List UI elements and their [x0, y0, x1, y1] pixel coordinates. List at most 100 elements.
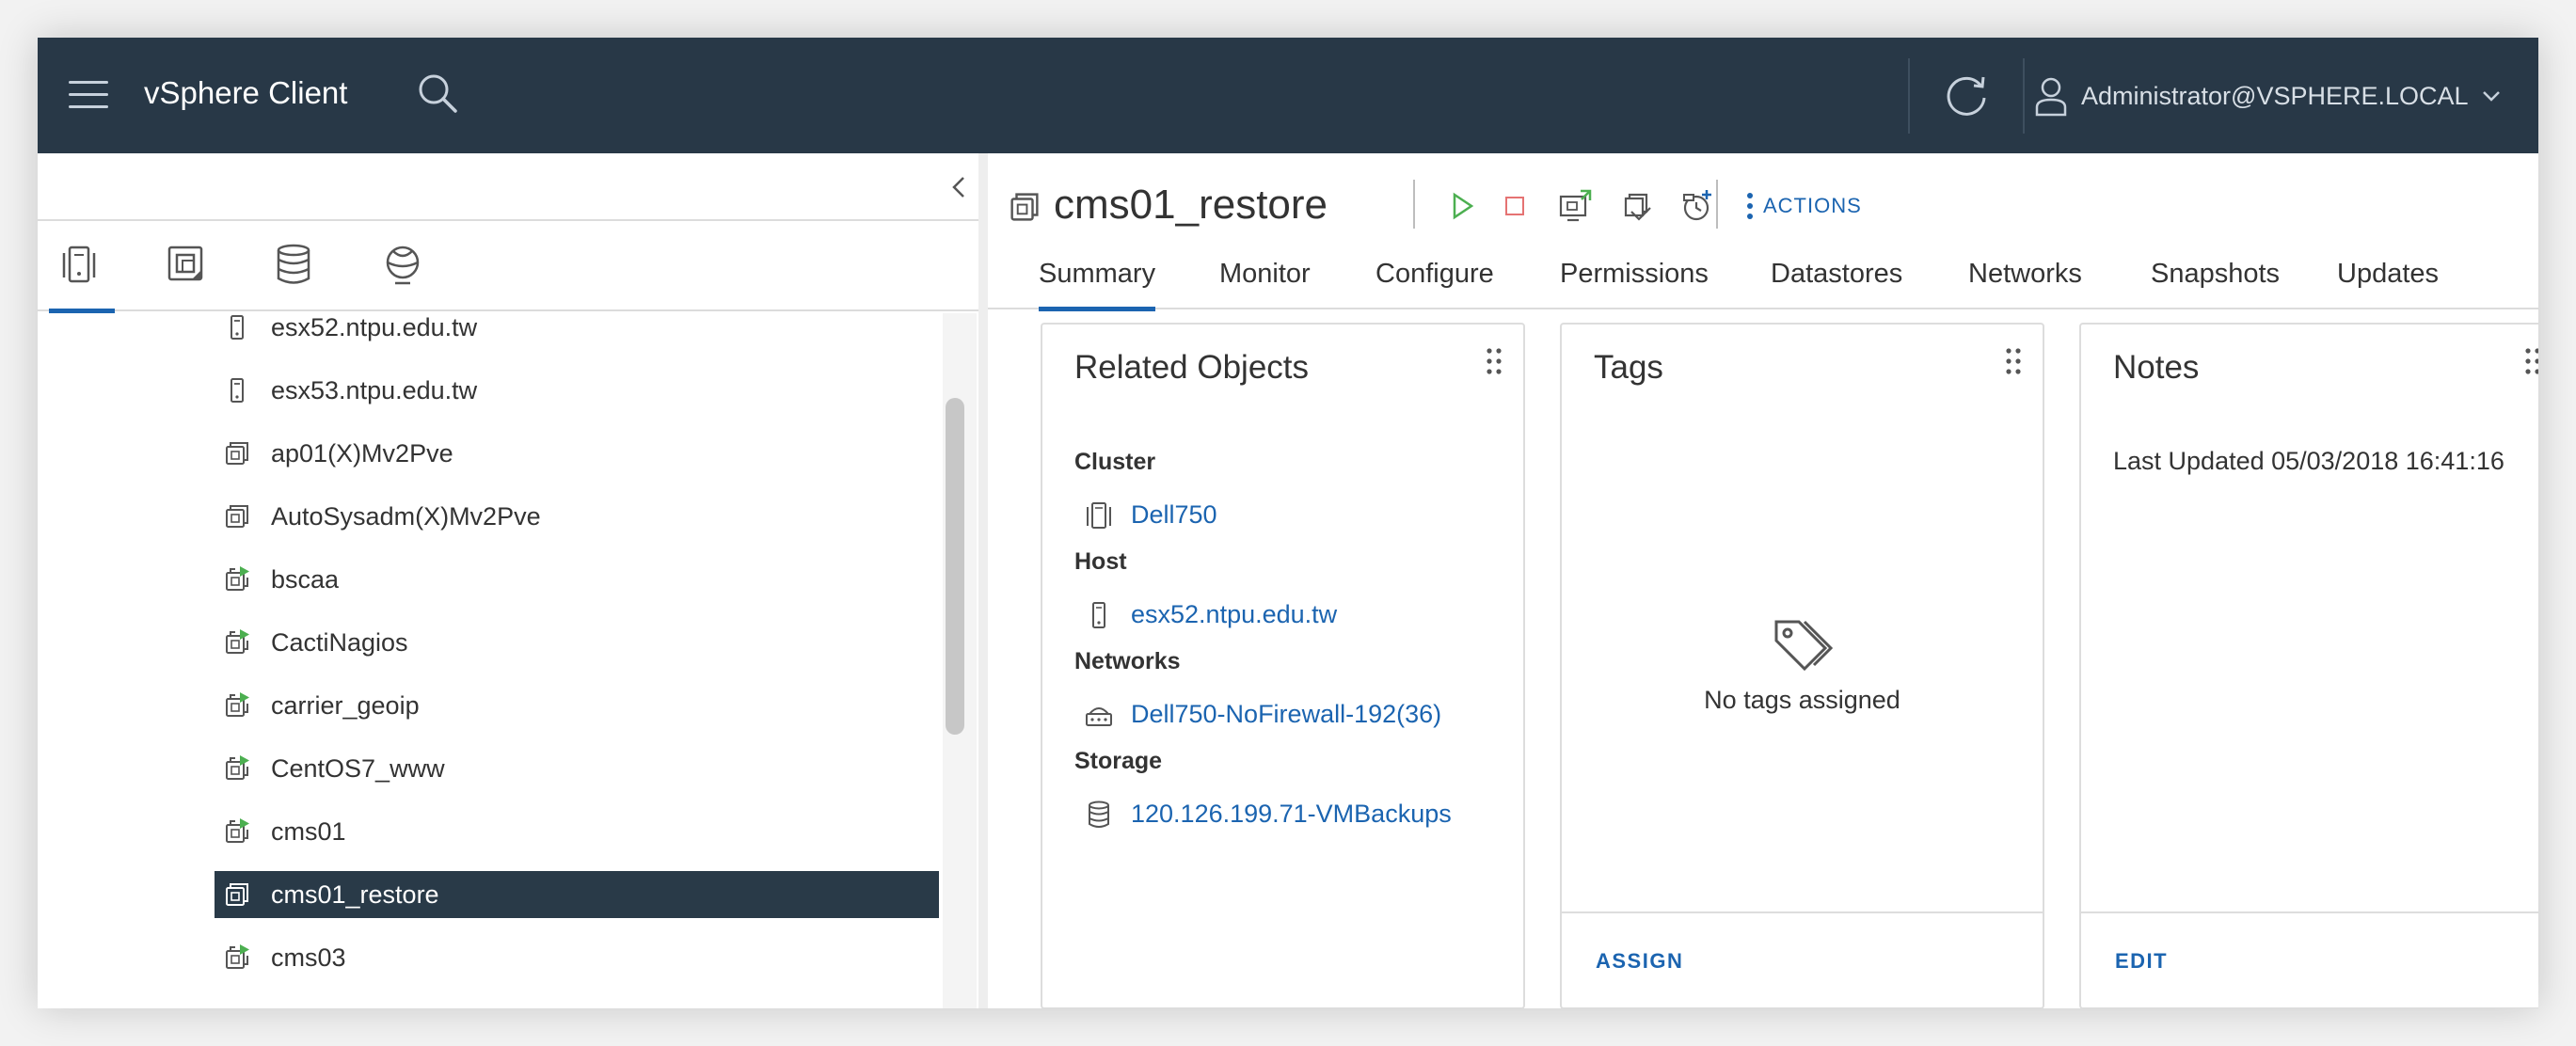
tab-datastores[interactable]: Datastores [1771, 259, 1902, 309]
tags-card: Tags No tags assigned ASSIGN [1560, 323, 2044, 1008]
tree-item-label: CentOS7_www [271, 754, 445, 783]
vm-powered-on-icon [226, 566, 249, 591]
cluster-link[interactable]: Dell750 [1131, 500, 1217, 530]
datastore-icon [1089, 800, 1109, 828]
power-on-icon[interactable] [1443, 187, 1481, 225]
related-objects-card: Related Objects Cluster Dell750 Host esx… [1041, 323, 1525, 1008]
user-menu[interactable]: Administrator@VSPHERE.LOCAL [2034, 70, 2501, 122]
tree-item[interactable]: esx52.ntpu.edu.tw [215, 313, 939, 351]
notes-card: Notes Last Updated 05/03/2018 16:41:16 E… [2079, 323, 2538, 1008]
tree-item[interactable]: carrier_geoip [215, 682, 939, 729]
drag-handle-icon[interactable] [2524, 347, 2538, 375]
tag-icon [1774, 620, 1834, 672]
tree-item-label: cms03 [271, 943, 346, 972]
vm-powered-on-icon [226, 944, 249, 969]
card-title: Notes [2113, 349, 2200, 386]
hosts-and-clusters-icon[interactable] [49, 221, 115, 313]
tree-scrollbar-thumb[interactable] [946, 398, 964, 735]
actions-label: ACTIONS [1763, 194, 1862, 217]
cluster-heading: Cluster [1074, 449, 1156, 475]
cluster-icon [1087, 502, 1111, 529]
actions-button[interactable]: ACTIONS [1746, 187, 1862, 225]
vms-and-templates-icon[interactable] [156, 221, 213, 311]
object-tabs: Summary Monitor Configure Permissions Da… [988, 247, 2538, 311]
tree-item[interactable]: cms03 [215, 934, 939, 981]
header-divider [2023, 58, 2025, 134]
navigator-tabs [38, 221, 978, 313]
assign-button[interactable]: ASSIGN [1596, 949, 1683, 974]
tree-item-label: ap01(X)Mv2Pve [271, 439, 453, 468]
tab-permissions[interactable]: Permissions [1560, 259, 1709, 309]
header-divider [1908, 58, 1910, 134]
tree-item[interactable]: cms01 [215, 808, 939, 855]
more-vertical-icon [1747, 193, 1753, 219]
tree-item[interactable]: CactiNagios [215, 619, 939, 666]
vm-powered-on-icon [226, 755, 249, 780]
vsphere-window: vSphere Client Administrator@VSPHERE.LOC… [38, 38, 2538, 1008]
edit-button[interactable]: EDIT [2115, 949, 2168, 974]
user-icon [2035, 77, 2067, 117]
tree-item-label: bscaa [271, 565, 340, 594]
inventory-tree: esx52.ntpu.edu.tw esx53.ntpu.edu.tw ap01… [38, 313, 943, 1008]
tree-item[interactable]: AutoSysadm(X)Mv2Pve [215, 493, 939, 540]
tab-snapshots[interactable]: Snapshots [2151, 259, 2280, 309]
vm-powered-on-icon [226, 629, 249, 654]
tab-networks[interactable]: Networks [1968, 259, 2082, 309]
tree-item[interactable]: ap01(X)Mv2Pve [215, 430, 939, 477]
refresh-icon[interactable] [1940, 68, 1993, 120]
card-title: Related Objects [1074, 349, 1310, 386]
tab-updates[interactable]: Updates [2337, 259, 2439, 309]
tree-item-label: esx52.ntpu.edu.tw [271, 313, 478, 341]
card-footer: ASSIGN [1562, 911, 2043, 1007]
migrate-icon[interactable] [1618, 187, 1656, 225]
toolbar-divider [1413, 180, 1415, 229]
host-icon [1092, 602, 1105, 628]
collapse-panel-icon[interactable] [945, 168, 973, 206]
tree-item-selected[interactable]: cms01_restore [215, 871, 939, 918]
tree-item-label: cms01_restore [271, 880, 439, 909]
toolbar-divider [1716, 180, 1718, 229]
host-link[interactable]: esx52.ntpu.edu.tw [1131, 600, 1337, 629]
chevron-down-icon [2482, 91, 2500, 102]
power-off-icon[interactable] [1496, 187, 1534, 225]
drag-handle-icon[interactable] [1486, 347, 1503, 375]
card-title: Tags [1594, 349, 1663, 386]
snapshot-icon[interactable] [1678, 187, 1716, 225]
storage-link[interactable]: 120.126.199.71-VMBackups [1131, 800, 1452, 829]
search-icon[interactable] [414, 70, 463, 119]
network-link[interactable]: Dell750-NoFirewall-192(36) [1131, 700, 1441, 729]
tab-monitor[interactable]: Monitor [1219, 259, 1311, 309]
drag-handle-icon[interactable] [2005, 347, 2022, 375]
tree-item[interactable]: esx53.ntpu.edu.tw [215, 367, 939, 414]
navigator-panel: esx52.ntpu.edu.tw esx53.ntpu.edu.tw ap01… [38, 153, 978, 1008]
app-title: vSphere Client [144, 75, 348, 110]
host-icon [231, 378, 244, 403]
no-tags-text: No tags assigned [1704, 686, 1900, 714]
tree-item-label: esx53.ntpu.edu.tw [271, 376, 478, 404]
object-title: cms01_restore [1054, 182, 1328, 228]
tree-item-label: AutoSysadm(X)Mv2Pve [271, 502, 541, 531]
vm-powered-on-icon [226, 692, 249, 717]
storage-icon[interactable] [263, 221, 320, 311]
panel-splitter[interactable] [978, 153, 988, 1008]
tab-summary[interactable]: Summary [1039, 259, 1156, 311]
object-header: cms01_restore ACTIONS [988, 153, 2538, 247]
user-name: Administrator@VSPHERE.LOCAL [2081, 81, 2469, 110]
networks-heading: Networks [1074, 648, 1181, 674]
tree-item[interactable]: CentOS7_www [215, 745, 939, 792]
tree-item-label: CactiNagios [271, 628, 408, 657]
vm-icon [226, 442, 248, 465]
vm-icon [226, 883, 248, 906]
top-header: vSphere Client Administrator@VSPHERE.LOC… [38, 38, 2538, 153]
networking-icon[interactable] [373, 221, 429, 311]
storage-heading: Storage [1074, 748, 1163, 774]
vm-powered-on-icon [226, 818, 249, 843]
tree-item-label: carrier_geoip [271, 691, 420, 720]
tab-configure[interactable]: Configure [1375, 259, 1494, 309]
card-footer: EDIT [2081, 911, 2538, 1007]
menu-icon[interactable] [69, 77, 108, 111]
launch-console-icon[interactable] [1556, 187, 1594, 225]
network-icon [1086, 707, 1112, 726]
vm-icon [1010, 193, 1039, 221]
tree-item[interactable]: bscaa [215, 556, 939, 603]
